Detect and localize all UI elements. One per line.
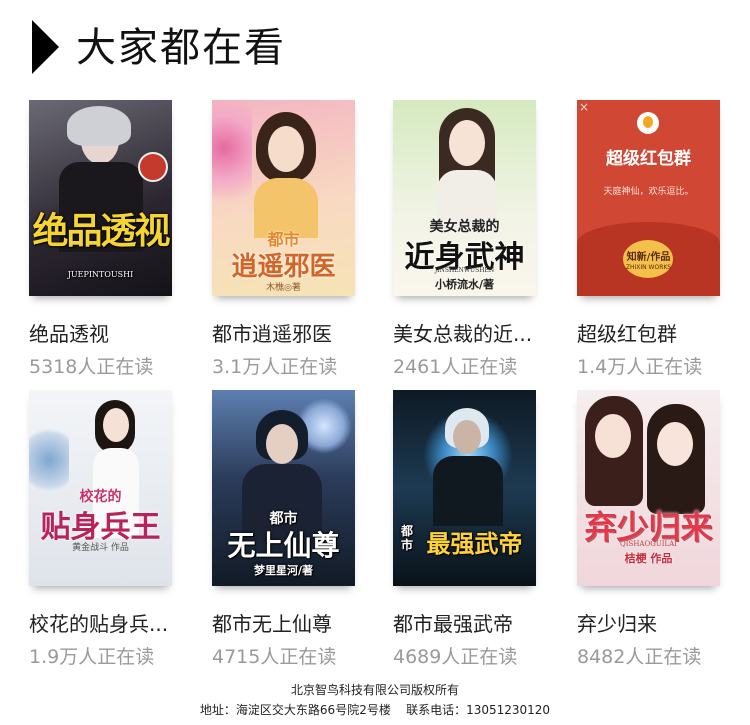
book-title[interactable]: 都市最强武帝 — [393, 608, 563, 637]
reader-count: 3.1万人正在读 — [212, 356, 338, 378]
book-title[interactable]: 超级红包群 — [577, 318, 747, 347]
book-title[interactable]: 美女总裁的近... — [393, 318, 563, 347]
book-card[interactable]: 美女总裁的 近身武神 JINSHENWUSHEN 小桥流水/著 美女总裁的近..… — [393, 100, 563, 378]
book-cover[interactable]: 校花的 贴身兵王 黄金战斗 作品 — [29, 390, 172, 586]
book-title[interactable]: 弃少归来 — [577, 608, 747, 637]
book-cover[interactable]: 弃少归来 QISHAOGUILAI 桔梗 作品 — [577, 390, 720, 586]
cover-title: 无上仙尊 — [227, 529, 340, 562]
cover-subtitle: JUEPINTOUSHI — [67, 270, 134, 279]
cover-author: 黄金战斗 作品 — [72, 543, 129, 553]
book-title[interactable]: 校花的贴身兵... — [29, 608, 199, 637]
footer-address: 地址：海淀区交大东路66号院2号楼 联系电话：13051230120 — [199, 703, 551, 717]
cover-title: 超级红包群 — [606, 149, 691, 169]
book-cover[interactable]: 都市 无上仙尊 梦里星河/著 — [212, 390, 355, 586]
book-cover[interactable]: 都市 最强武帝 — [393, 390, 536, 586]
cover-subtitle: 天庭神仙，欢乐逗比。 — [603, 187, 694, 197]
book-card[interactable]: 都市 无上仙尊 梦里星河/著 都市无上仙尊 4715人正在读 — [212, 390, 382, 668]
book-title[interactable]: 都市逍遥邪医 — [212, 318, 382, 347]
cover-subtitle: JINSHENWUSHEN — [434, 267, 495, 274]
cover-author: 小桥流水/著 — [434, 278, 495, 291]
book-title[interactable]: 绝品透视 — [29, 318, 199, 347]
section-marker-icon — [32, 20, 59, 74]
section-title: 大家都在看 — [76, 25, 286, 71]
book-title[interactable]: 都市无上仙尊 — [212, 608, 382, 637]
footer-company: 北京智鸟科技有限公司版权所有 — [290, 683, 459, 697]
book-cover[interactable]: 都市 逍遥邪医 木樵◎著 — [212, 100, 355, 296]
cover-author: 梦里星河/著 — [253, 564, 314, 577]
cover-author: 木樵◎著 — [266, 283, 301, 293]
cover-title: 绝品透视 — [32, 210, 170, 252]
cover-subtitle: QISHAOGUILAI — [620, 540, 677, 548]
cover-brand: ZHIXIN WORKS — [625, 264, 672, 271]
page-footer: 北京智鸟科技有限公司版权所有 地址：海淀区交大东路66号院2号楼 联系电话：13… — [0, 680, 750, 720]
book-card[interactable]: 都市 逍遥邪医 木樵◎著 都市逍遥邪医 3.1万人正在读 — [212, 100, 382, 378]
reader-count: 2461人正在读 — [393, 356, 518, 378]
book-card[interactable]: 都市 最强武帝 都市最强武帝 4689人正在读 — [393, 390, 563, 668]
book-cover[interactable]: 美女总裁的 近身武神 JINSHENWUSHEN 小桥流水/著 — [393, 100, 536, 296]
reader-count: 4689人正在读 — [393, 646, 518, 668]
book-card[interactable]: 绝品透视 JUEPINTOUSHI 绝品透视 5318人正在读 — [29, 100, 199, 378]
cover-author: 桔梗 作品 — [624, 552, 673, 565]
book-card[interactable]: 校花的 贴身兵王 黄金战斗 作品 校花的贴身兵... 1.9万人正在读 — [29, 390, 199, 668]
book-cover[interactable]: × 超级红包群 天庭神仙，欢乐逗比。 知新/作品 ZHIXIN WORKS — [577, 100, 720, 296]
book-card[interactable]: 弃少归来 QISHAOGUILAI 桔梗 作品 弃少归来 8482人正在读 — [577, 390, 747, 668]
cover-title: 最强武帝 — [426, 529, 523, 558]
reader-count: 1.9万人正在读 — [29, 646, 155, 668]
section-header: 大家都在看 — [0, 0, 750, 90]
reader-count: 8482人正在读 — [577, 646, 702, 668]
cover-author: 知新/作品 — [626, 252, 671, 263]
reader-count: 1.4万人正在读 — [577, 356, 703, 378]
book-card[interactable]: × 超级红包群 天庭神仙，欢乐逗比。 知新/作品 ZHIXIN WORKS 超级… — [577, 100, 747, 378]
cover-title: 逍遥邪医 — [231, 252, 336, 282]
reader-count: 4715人正在读 — [212, 646, 337, 668]
close-icon: × — [579, 100, 590, 114]
book-cover[interactable]: 绝品透视 JUEPINTOUSHI — [29, 100, 172, 296]
reader-count: 5318人正在读 — [29, 356, 154, 378]
